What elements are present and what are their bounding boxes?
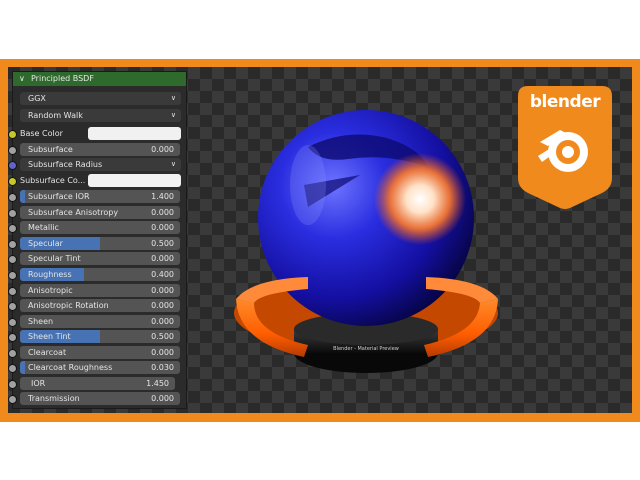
input-socket[interactable] bbox=[8, 318, 17, 327]
input-socket[interactable] bbox=[8, 193, 17, 202]
subsurface-ior-slider[interactable]: Subsurface IOR 1.400 bbox=[20, 190, 180, 203]
field-row[interactable]: Specular 0.500 bbox=[8, 237, 186, 250]
subsurface-method-row[interactable]: Random Walk ∨ bbox=[13, 109, 186, 122]
input-socket[interactable] bbox=[8, 349, 17, 358]
input-socket[interactable] bbox=[8, 395, 17, 404]
distribution-dropdown[interactable]: GGX ∨ bbox=[20, 92, 181, 105]
transmission-slider[interactable]: Transmission 0.000 bbox=[20, 392, 180, 405]
chevron-down-icon: ∨ bbox=[170, 111, 176, 119]
blender-logo: blender bbox=[518, 86, 612, 210]
chevron-down-icon: ∨ bbox=[170, 94, 176, 102]
field-row[interactable]: Roughness 0.400 bbox=[8, 268, 186, 281]
input-socket[interactable] bbox=[8, 364, 17, 373]
node-header[interactable]: ∨ Principled BSDF bbox=[13, 72, 186, 86]
input-socket[interactable] bbox=[8, 209, 17, 218]
subsurface-radius-dropdown[interactable]: Subsurface Radius ∨ bbox=[20, 158, 181, 171]
chevron-down-icon: ∨ bbox=[170, 160, 176, 168]
metallic-slider[interactable]: Metallic 0.000 bbox=[20, 221, 180, 234]
sphere-highlight bbox=[290, 145, 326, 225]
subsurface-color-row[interactable]: Subsurface Co... bbox=[8, 174, 186, 187]
logo-text: blender bbox=[529, 92, 601, 112]
clearcoat-slider[interactable]: Clearcoat 0.000 bbox=[20, 346, 180, 359]
input-socket[interactable] bbox=[8, 380, 17, 389]
subsurface-slider[interactable]: Subsurface 0.000 bbox=[20, 143, 180, 156]
field-row[interactable]: Metallic 0.000 bbox=[8, 221, 186, 234]
collapse-chevron-icon[interactable]: ∨ bbox=[19, 72, 25, 86]
clearcoat-roughness-slider[interactable]: Clearcoat Roughness 0.030 bbox=[20, 361, 180, 374]
subsurface-anisotropy-slider[interactable]: Subsurface Anisotropy 0.000 bbox=[20, 206, 180, 219]
field-row[interactable]: Clearcoat Roughness 0.030 bbox=[8, 361, 186, 374]
field-row[interactable]: Specular Tint 0.000 bbox=[8, 252, 186, 265]
ior-slider[interactable]: IOR 1.450 bbox=[20, 377, 175, 390]
specular-slider[interactable]: Specular 0.500 bbox=[20, 237, 180, 250]
field-row[interactable]: Subsurface 0.000 bbox=[8, 143, 186, 156]
field-row[interactable]: Clearcoat 0.000 bbox=[8, 346, 186, 359]
base-color-swatch[interactable] bbox=[88, 127, 181, 140]
subsurface-radius-row[interactable]: Subsurface Radius ∨ bbox=[8, 158, 186, 171]
sheen-tint-slider[interactable]: Sheen Tint 0.500 bbox=[20, 330, 180, 343]
input-socket[interactable] bbox=[8, 130, 17, 139]
field-row[interactable]: IOR 1.450 bbox=[8, 377, 186, 390]
input-socket[interactable] bbox=[8, 271, 17, 280]
input-socket[interactable] bbox=[8, 240, 17, 249]
subsurface-color-label: Subsurface Co... bbox=[20, 176, 86, 185]
stand-label: Blender - Material Preview bbox=[333, 346, 399, 352]
input-socket[interactable] bbox=[8, 302, 17, 311]
input-socket[interactable] bbox=[8, 177, 17, 186]
node-title: Principled BSDF bbox=[31, 74, 94, 83]
distribution-row[interactable]: GGX ∨ bbox=[13, 92, 186, 105]
principled-bsdf-node[interactable]: ∨ Principled BSDF GGX ∨ Random Walk ∨ Ba… bbox=[8, 71, 187, 409]
field-row[interactable]: Transmission 0.000 bbox=[8, 392, 186, 405]
input-socket[interactable] bbox=[8, 255, 17, 264]
input-socket[interactable] bbox=[8, 333, 17, 342]
input-socket[interactable] bbox=[8, 287, 17, 296]
anisotropic-rotation-slider[interactable]: Anisotropic Rotation 0.000 bbox=[20, 299, 180, 312]
roughness-slider[interactable]: Roughness 0.400 bbox=[20, 268, 180, 281]
base-color-label: Base Color bbox=[20, 129, 63, 138]
field-row[interactable]: Anisotropic 0.000 bbox=[8, 284, 186, 297]
subsurface-color-swatch[interactable] bbox=[88, 174, 181, 187]
base-color-row[interactable]: Base Color bbox=[8, 127, 186, 140]
glow-core bbox=[374, 153, 466, 245]
field-row[interactable]: Subsurface IOR 1.400 bbox=[8, 190, 186, 203]
specular-tint-slider[interactable]: Specular Tint 0.000 bbox=[20, 252, 180, 265]
field-row[interactable]: Anisotropic Rotation 0.000 bbox=[8, 299, 186, 312]
anisotropic-slider[interactable]: Anisotropic 0.000 bbox=[20, 284, 180, 297]
input-socket[interactable] bbox=[8, 146, 17, 155]
input-socket[interactable] bbox=[8, 161, 17, 170]
field-row[interactable]: Subsurface Anisotropy 0.000 bbox=[8, 206, 186, 219]
field-row[interactable]: Sheen 0.000 bbox=[8, 315, 186, 328]
sheen-slider[interactable]: Sheen 0.000 bbox=[20, 315, 180, 328]
input-socket[interactable] bbox=[8, 224, 17, 233]
subsurface-method-dropdown[interactable]: Random Walk ∨ bbox=[20, 109, 181, 122]
field-row[interactable]: Sheen Tint 0.500 bbox=[8, 330, 186, 343]
